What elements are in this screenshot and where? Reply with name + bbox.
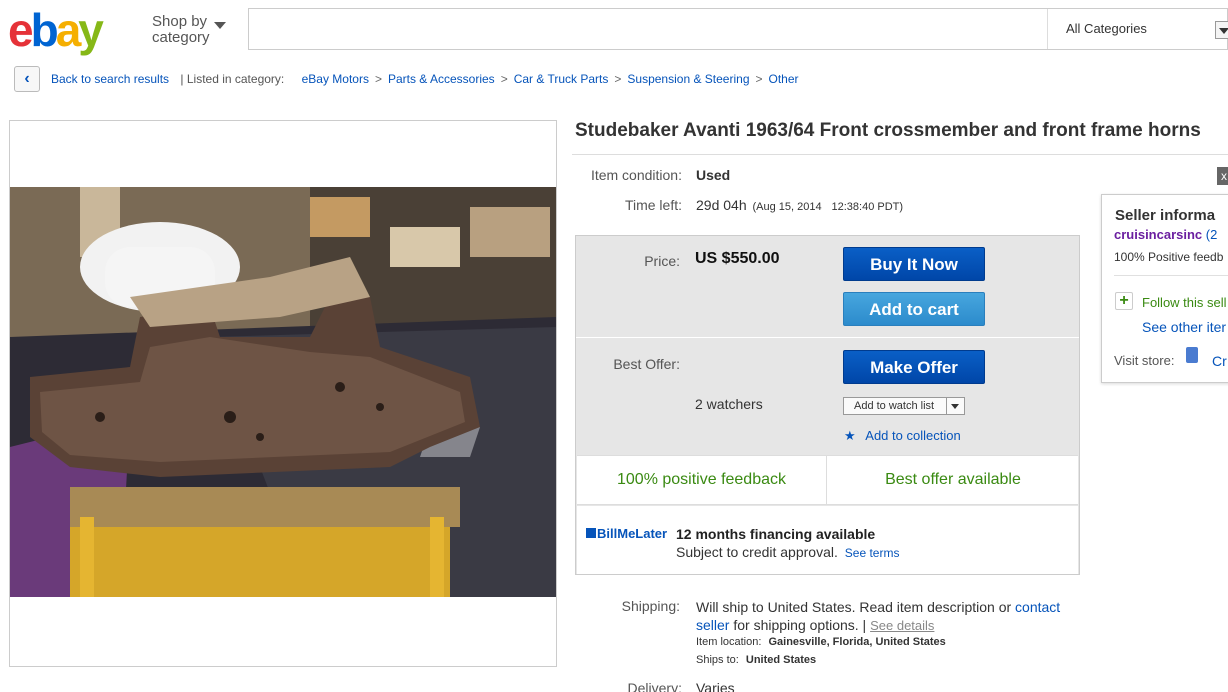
ships-to-value: United States — [745, 654, 817, 666]
item-location-value: Gainesville, Florida, United States — [768, 636, 946, 648]
billmelater-me: Me — [617, 526, 636, 541]
time-left-duration: 29d 04h — [696, 197, 747, 213]
item-location: Item location: Gainesville, Florida, Uni… — [696, 636, 946, 648]
breadcrumb-item-parts[interactable]: Parts & Accessories — [388, 72, 495, 86]
seller-name-row: cruisincarsinc (2 — [1114, 227, 1217, 242]
make-offer-button[interactable]: Make Offer — [843, 350, 985, 384]
divider — [1114, 275, 1228, 276]
credit-approval-label: Subject to credit approval. — [676, 544, 838, 560]
seller-name-link[interactable]: cruisincarsinc — [1114, 227, 1202, 242]
category-select[interactable]: All Categories — [1047, 9, 1228, 49]
seller-info-panel: Seller informa cruisincarsinc (2 100% Po… — [1101, 194, 1228, 383]
seller-link[interactable]: seller — [696, 617, 729, 633]
breadcrumb-item-car-truck-parts[interactable]: Car & Truck Parts — [514, 72, 609, 86]
search-input[interactable] — [249, 9, 1047, 49]
breadcrumb-item-ebay-motors[interactable]: eBay Motors — [302, 72, 369, 86]
buy-it-now-button[interactable]: Buy It Now — [843, 247, 985, 281]
billmelater-later: Later — [635, 526, 668, 541]
store-link[interactable]: Cr — [1212, 353, 1227, 369]
shipping-text-part2: for shipping options. | — [733, 617, 867, 633]
condition-label: Item condition: — [590, 167, 682, 183]
delivery-value: Varies — [696, 680, 735, 692]
ships-to: Ships to: United States — [696, 654, 816, 666]
price-label: Price: — [644, 253, 680, 269]
logo-letter-y: y — [78, 4, 104, 56]
category-label: category — [152, 29, 210, 46]
add-to-watch-list-button[interactable]: Add to watch list — [843, 397, 965, 415]
condition-value: Used — [696, 167, 731, 183]
financing-row: BillMeLater 12 months financing availabl… — [577, 506, 1078, 574]
close-icon[interactable]: x — [1217, 167, 1228, 185]
logo-letter-e: e — [8, 4, 34, 56]
shipping-text-part1: Will ship to United States. Read item de… — [696, 599, 1012, 615]
search-bar: All Categories — [248, 8, 1228, 50]
seller-positive-feedback: 100% Positive feedb — [1114, 250, 1224, 264]
seller-info-heading: Seller informa — [1115, 207, 1216, 224]
breadcrumb: Back to search results | Listed in categ… — [51, 72, 799, 86]
plus-icon[interactable]: + — [1115, 292, 1133, 310]
shipping-label: Shipping: — [621, 598, 680, 614]
add-to-cart-button[interactable]: Add to cart — [843, 292, 985, 326]
back-arrow-icon[interactable]: ‹ — [14, 66, 40, 92]
item-title: Studebaker Avanti 1963/64 Front crossmem… — [575, 120, 1201, 141]
item-location-label: Item location: — [696, 636, 762, 648]
visit-store-label: Visit store: — [1114, 353, 1175, 368]
watchers-count: 2 watchers — [695, 396, 763, 412]
back-to-search-link[interactable]: Back to search results — [51, 72, 169, 86]
chevron-down-icon[interactable] — [214, 22, 226, 29]
billmelater-logo: BillMeLater — [586, 526, 667, 541]
breadcrumb-item-suspension[interactable]: Suspension & Steering — [627, 72, 749, 86]
divider — [572, 154, 1228, 155]
listed-in-label: | Listed in category: — [180, 72, 285, 86]
follow-seller-link[interactable]: Follow this sell — [1142, 295, 1227, 310]
chevron-down-icon[interactable] — [1215, 21, 1228, 39]
star-icon: ★ — [844, 428, 856, 443]
ships-to-label: Ships to: — [696, 654, 739, 666]
logo-letter-a: a — [55, 4, 82, 56]
positive-feedback-highlight: 100% positive feedback — [577, 456, 827, 504]
shop-by-category-button[interactable]: Shop by category — [152, 14, 210, 46]
best-offer-highlight: Best offer available — [885, 471, 1021, 488]
time-left-end-time: 12:38:40 PDT) — [831, 201, 904, 213]
add-to-watch-list-label: Add to watch list — [854, 400, 935, 412]
time-left-label: Time left: — [624, 197, 682, 213]
contact-link[interactable]: contact — [1015, 599, 1060, 615]
breadcrumb-item-other[interactable]: Other — [769, 72, 799, 86]
breadcrumb-separator: > — [755, 72, 763, 86]
purchase-box: Price: US $550.00 Buy It Now Add to cart… — [575, 235, 1080, 575]
see-terms-link[interactable]: See terms — [845, 546, 900, 560]
credit-approval-text: Subject to credit approval. See terms — [676, 544, 899, 560]
time-left-value: 29d 04h (Aug 15, 2014 12:38:40 PDT) — [696, 197, 903, 213]
price-value: US $550.00 — [695, 250, 780, 267]
best-offer-label: Best Offer: — [613, 356, 680, 372]
billmelater-bill: Bill — [597, 526, 618, 541]
time-left-end-date: (Aug 15, 2014 — [752, 201, 822, 213]
shipping-text: Will ship to United States. Read item de… — [696, 598, 1076, 635]
ebay-logo[interactable]: ebay — [8, 4, 104, 56]
price-section — [576, 236, 1079, 338]
add-to-collection-link[interactable]: ★ Add to collection — [844, 428, 961, 444]
financing-text: 12 months financing available — [676, 526, 876, 542]
category-select-value: All Categories — [1066, 21, 1147, 36]
add-to-collection-label: Add to collection — [865, 428, 961, 443]
store-icon[interactable] — [1186, 347, 1198, 363]
highlights-row: 100% positive feedback Best offer availa… — [577, 455, 1078, 505]
shop-by-label: Shop by — [152, 13, 208, 30]
seller-score-link[interactable]: (2 — [1206, 227, 1218, 242]
breadcrumb-separator: > — [374, 72, 382, 86]
delivery-label: Delivery: — [627, 680, 682, 692]
item-image-panel — [9, 120, 557, 667]
item-photo-illustration — [10, 187, 556, 597]
breadcrumb-separator: > — [500, 72, 508, 86]
see-other-items-link[interactable]: See other iter — [1142, 319, 1226, 335]
logo-letter-b: b — [30, 4, 59, 56]
breadcrumb-separator: > — [614, 72, 622, 86]
item-photo[interactable] — [10, 187, 556, 597]
chevron-down-icon[interactable] — [946, 398, 964, 414]
checkbox-icon — [586, 528, 596, 538]
see-details-link[interactable]: See details — [870, 618, 934, 633]
